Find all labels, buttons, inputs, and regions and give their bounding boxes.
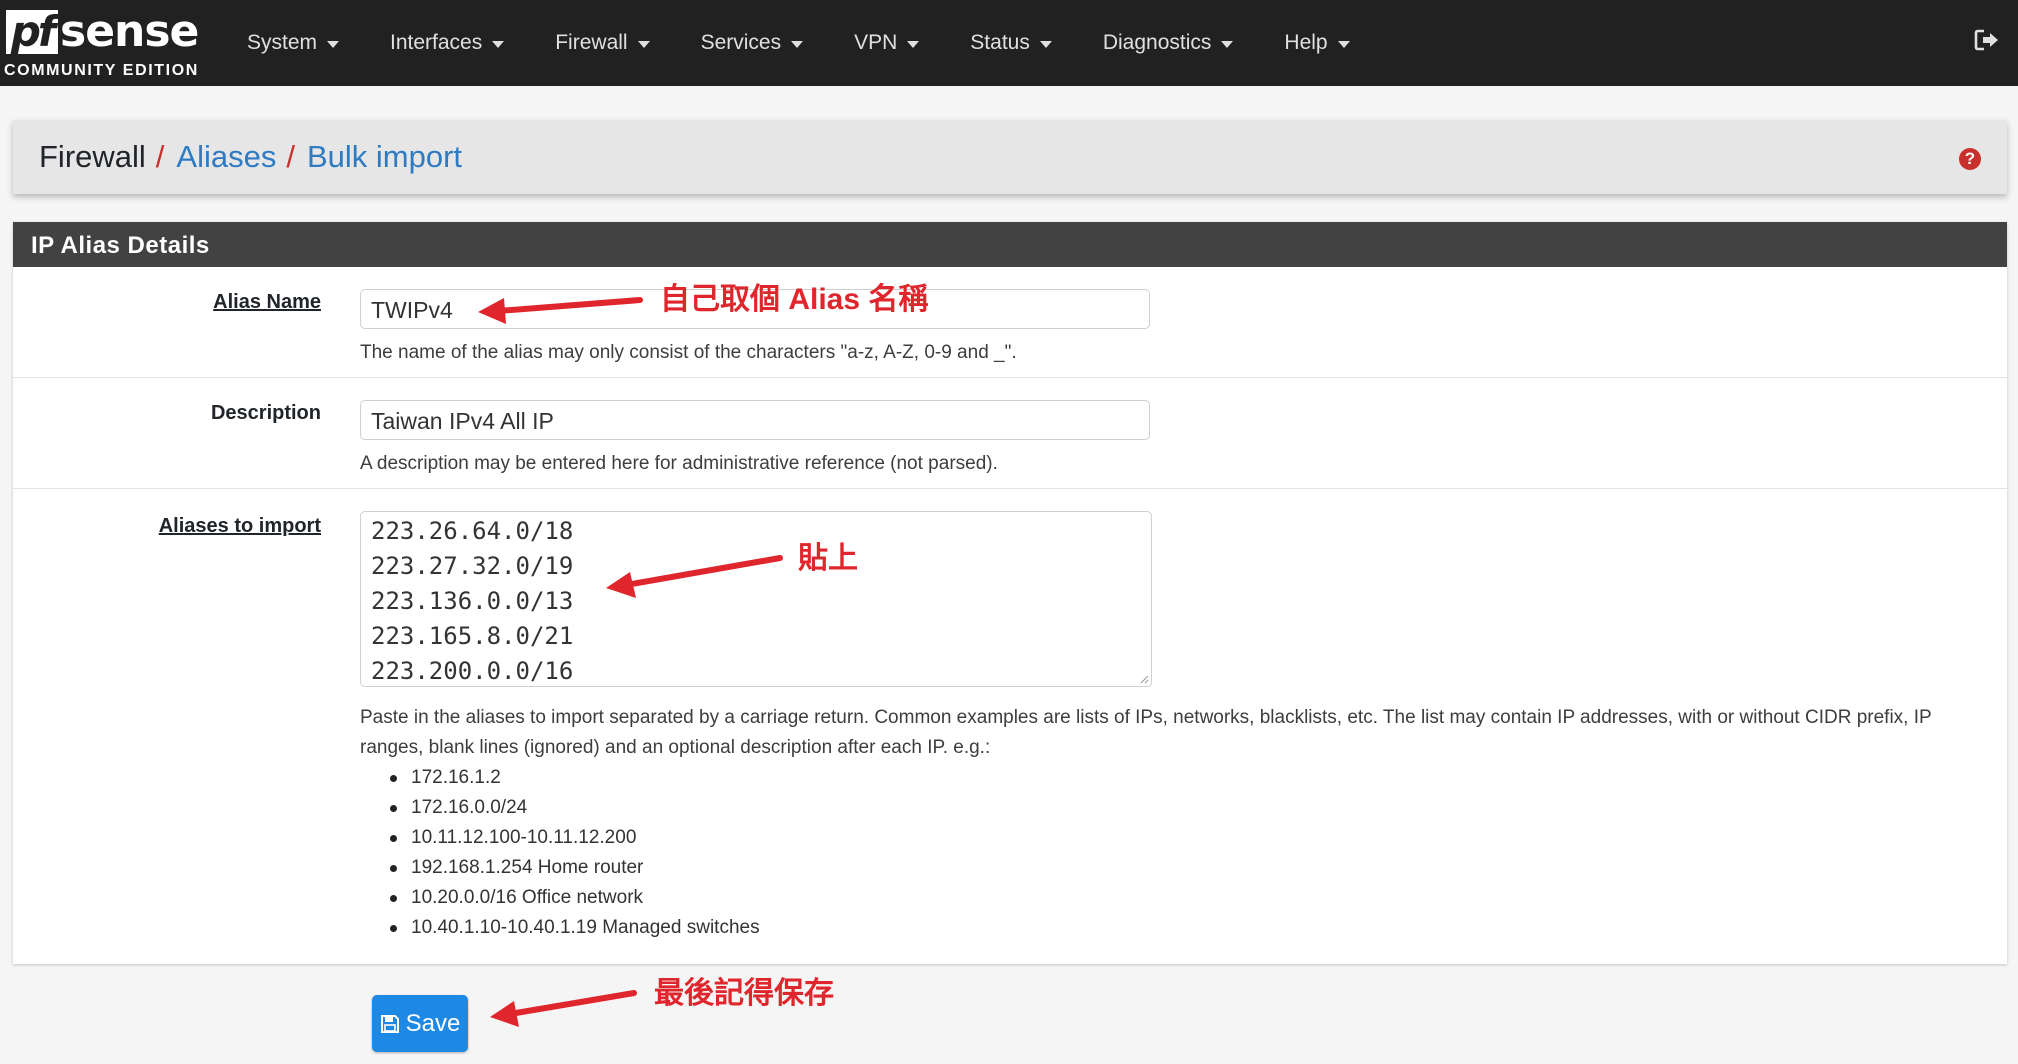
breadcrumb-separator: / <box>155 139 165 174</box>
import-line: 223.165.8.0/21 <box>371 622 574 650</box>
example-item: 192.168.1.254 Home router <box>390 853 760 883</box>
menu-system-label: System <box>247 31 318 54</box>
caret-down-icon <box>492 40 505 48</box>
menu-status-label: Status <box>970 31 1030 54</box>
example-item: 172.16.1.2 <box>390 763 760 793</box>
description-hint: A description may be entered here for ad… <box>360 453 998 474</box>
alias-name-row: Alias Name TWIPv4 The name of the alias … <box>13 267 2007 378</box>
caret-down-icon <box>1221 40 1234 48</box>
ip-alias-details-panel: IP Alias Details Alias Name TWIPv4 The n… <box>13 222 2007 964</box>
menu-system[interactable]: System <box>247 0 340 86</box>
annotation-save-note: 最後記得保存 <box>654 977 834 1010</box>
menu-interfaces[interactable]: Interfaces <box>390 0 505 86</box>
annotation-paste-note: 貼上 <box>798 542 858 575</box>
breadcrumb-bar: Firewall / Aliases / Bulk import ? <box>13 120 2007 194</box>
logo-sense: sense <box>60 6 199 57</box>
caret-down-icon <box>1039 40 1052 48</box>
save-button[interactable]: Save <box>372 995 468 1052</box>
logout-icon[interactable] <box>1974 28 2000 52</box>
description-row: Description Taiwan IPv4 All IP A descrip… <box>13 378 2007 489</box>
pfsense-logo[interactable]: pf sense COMMUNITY EDITION <box>4 6 199 82</box>
menu-vpn[interactable]: VPN <box>854 0 920 86</box>
example-item: 10.11.12.100-10.11.12.200 <box>390 823 760 853</box>
menu-help[interactable]: Help <box>1284 0 1350 86</box>
logo-edition: COMMUNITY EDITION <box>4 62 199 79</box>
arrow-to-import-textarea-icon <box>606 555 783 598</box>
menu-firewall-label: Firewall <box>555 31 628 54</box>
caret-down-icon <box>637 40 650 48</box>
floppy-disk-icon <box>380 1014 399 1033</box>
annotation-alias-name-note: 自己取個 Alias 名稱 <box>660 283 929 316</box>
top-navbar: pf sense COMMUNITY EDITION System Interf… <box>0 0 2018 86</box>
breadcrumb-separator: / <box>286 139 295 174</box>
menu-status[interactable]: Status <box>970 0 1052 86</box>
aliases-import-hint: Paste in the aliases to import separated… <box>360 707 1932 758</box>
help-icon[interactable]: ? <box>1959 148 1981 170</box>
menu-diagnostics-label: Diagnostics <box>1102 31 1212 54</box>
breadcrumb-firewall: Firewall <box>39 139 146 174</box>
caret-down-icon <box>907 40 920 48</box>
aliases-import-row: Aliases to import 223.26.64.0/18 223.27.… <box>13 489 2007 963</box>
menu-services[interactable]: Services <box>701 0 804 86</box>
arrow-to-alias-name-icon <box>478 297 643 324</box>
caret-down-icon <box>791 40 804 48</box>
aliases-import-textarea[interactable]: 223.26.64.0/18 223.27.32.0/19 223.136.0.… <box>360 511 1152 687</box>
logo-pf: pf <box>6 10 58 54</box>
breadcrumb-aliases-link[interactable]: Aliases <box>176 139 276 174</box>
breadcrumb: Firewall / Aliases / Bulk import <box>39 138 462 176</box>
menu-help-label: Help <box>1284 31 1328 54</box>
main-menu: System Interfaces Firewall Services VPN … <box>247 0 1401 86</box>
menu-firewall[interactable]: Firewall <box>555 0 650 86</box>
menu-interfaces-label: Interfaces <box>390 31 483 54</box>
panel-title: IP Alias Details <box>13 222 2007 267</box>
example-item: 10.20.0.0/16 Office network <box>390 883 760 913</box>
description-input[interactable]: Taiwan IPv4 All IP <box>360 400 1150 440</box>
menu-diagnostics[interactable]: Diagnostics <box>1103 0 1234 86</box>
menu-services-label: Services <box>700 31 782 54</box>
caret-down-icon <box>327 40 340 48</box>
alias-name-label: Alias Name <box>213 291 321 313</box>
import-examples-list: 172.16.1.2 172.16.0.0/24 10.11.12.100-10… <box>390 763 760 943</box>
aliases-import-label: Aliases to import <box>158 515 321 537</box>
arrow-to-save-button-icon <box>490 990 637 1027</box>
resize-grip-icon[interactable] <box>1139 674 1149 684</box>
breadcrumb-bulk-import-link[interactable]: Bulk import <box>307 139 462 174</box>
description-label: Description <box>210 402 321 424</box>
example-item: 10.40.1.10-10.40.1.19 Managed switches <box>390 913 760 943</box>
menu-vpn-label: VPN <box>854 31 898 54</box>
import-line: 223.200.0.0/16 <box>371 657 574 685</box>
alias-name-hint: The name of the alias may only consist o… <box>360 342 1017 363</box>
caret-down-icon <box>1337 40 1350 48</box>
example-item: 172.16.0.0/24 <box>390 793 760 823</box>
import-line: 223.26.64.0/18 <box>371 517 574 545</box>
save-button-label: Save <box>405 1009 461 1037</box>
